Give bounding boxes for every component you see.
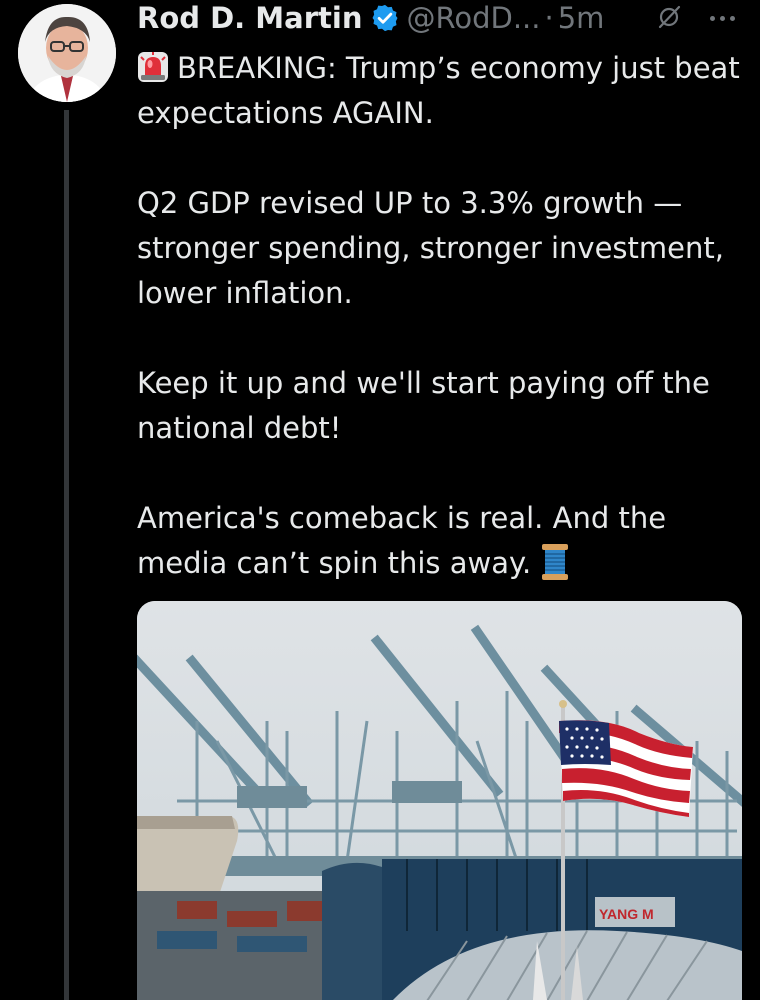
- tweet-text: BREAKING: Trump’s economy just beat expe…: [137, 46, 752, 586]
- port-cranes-flag-photo: YANG M: [137, 601, 742, 1000]
- thread-line: [64, 110, 69, 1000]
- tweet-paragraph-3: Keep it up and we'll start paying off th…: [137, 366, 710, 445]
- tweet-paragraph-4-text: America's comeback is real. And the medi…: [137, 501, 667, 580]
- spool-of-thread-icon: [542, 544, 569, 580]
- tweet-paragraph-4: America's comeback is real. And the medi…: [137, 496, 752, 586]
- tweet-paragraph-1-text: BREAKING: Trump’s economy just beat expe…: [137, 51, 740, 130]
- grok-icon[interactable]: [656, 4, 682, 30]
- author-name[interactable]: Rod D. Martin: [137, 0, 362, 36]
- police-car-light-icon: [138, 52, 168, 82]
- building-sign-text: YANG M: [599, 906, 654, 922]
- timestamp[interactable]: 5m: [558, 0, 605, 36]
- author-handle[interactable]: @RodD...: [406, 0, 540, 36]
- more-options-icon[interactable]: [710, 16, 738, 24]
- tweet-header: Rod D. Martin @RodD... · 5m: [137, 0, 757, 36]
- avatar[interactable]: [18, 4, 116, 102]
- verified-badge-icon[interactable]: [370, 3, 400, 33]
- tweet-media-image[interactable]: YANG M: [137, 601, 742, 1000]
- separator-dot: ·: [544, 1, 554, 35]
- tweet-paragraph-1: BREAKING: Trump’s economy just beat expe…: [137, 46, 752, 136]
- avatar-photo: [18, 4, 116, 102]
- tweet-paragraph-2: Q2 GDP revised UP to 3.3% growth — stron…: [137, 186, 724, 310]
